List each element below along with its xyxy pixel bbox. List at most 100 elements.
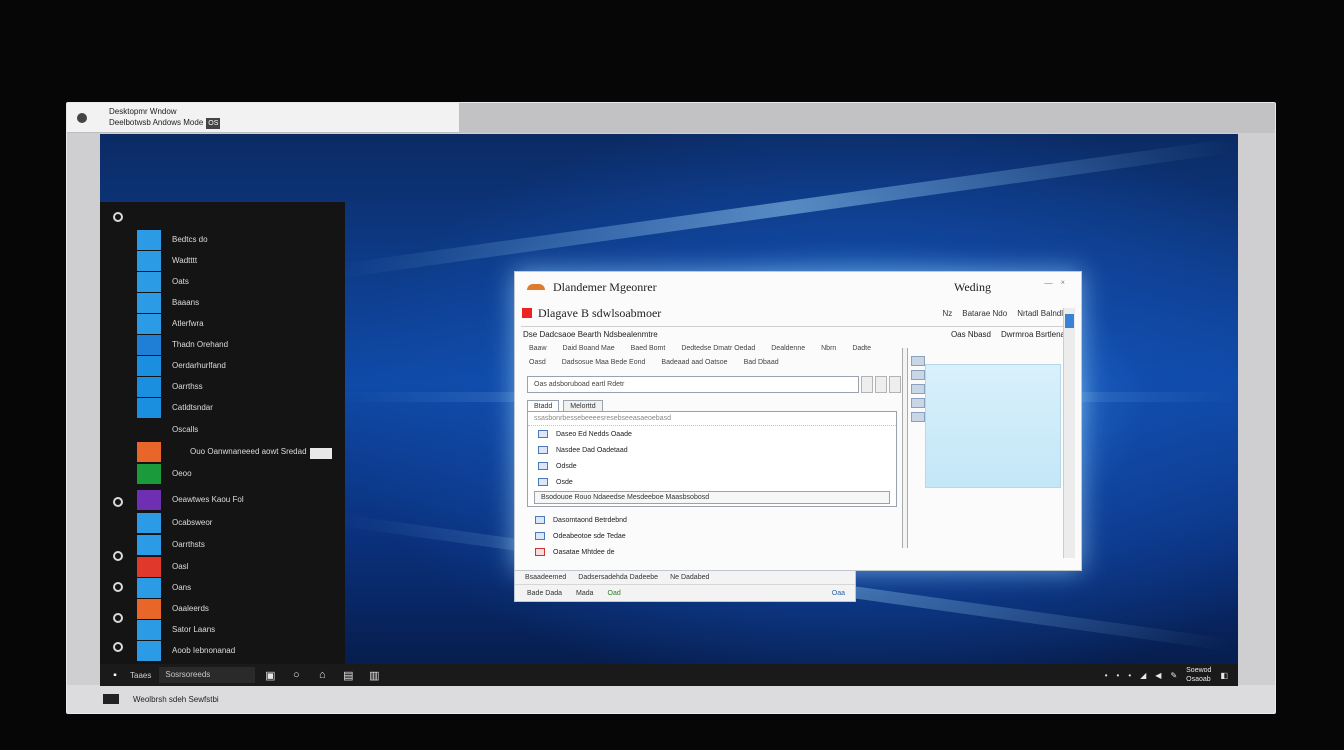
list-footer[interactable]: Bsodouoe Rouo Ndaeedse Mesdeeboe Maasbso… xyxy=(534,491,890,504)
app-tile-icon[interactable] xyxy=(137,230,161,250)
start-menu-item[interactable]: Oaaleerds xyxy=(172,604,209,613)
status-item[interactable]: Bade Dada xyxy=(527,590,562,597)
menu-item[interactable]: Baed Bomt xyxy=(631,345,666,352)
side-icon[interactable] xyxy=(911,412,925,422)
start-menu-item[interactable]: Oarrthsts xyxy=(172,540,205,549)
status-item[interactable]: Mada xyxy=(576,590,594,597)
app-tile-icon[interactable] xyxy=(137,398,161,418)
app-tile-icon[interactable] xyxy=(137,620,161,640)
app-tile-icon[interactable] xyxy=(137,599,161,619)
menu-item[interactable]: Baaw xyxy=(529,345,547,352)
taskbar-label[interactable]: Taaes xyxy=(130,671,151,680)
dropdown-button[interactable] xyxy=(875,376,887,393)
side-icon[interactable] xyxy=(911,370,925,380)
toolbar-item[interactable]: Batarae Ndo xyxy=(962,309,1007,318)
start-menu-item[interactable]: Oeawtwes Kaou Fol xyxy=(172,495,244,504)
list-item[interactable]: Osde xyxy=(528,474,896,490)
app-tile-icon[interactable] xyxy=(137,251,161,271)
start-menu-item[interactable]: Oeoo xyxy=(172,469,192,478)
tab-bar-item[interactable]: Dwrmroa Bsrtlena xyxy=(1001,330,1065,339)
list-item[interactable]: Daseo Ed Nedds Oaade xyxy=(528,426,896,442)
window-title-bar[interactable]: Dlandemer Mgeonrer Weding —× xyxy=(515,272,1081,302)
app-tile-icon[interactable] xyxy=(137,356,161,376)
start-menu-item[interactable]: Catldtsndar xyxy=(172,403,213,412)
menu-item[interactable]: Oasd xyxy=(529,359,546,366)
side-icon[interactable] xyxy=(911,398,925,408)
menu-item[interactable]: Dadsosue Maa Bede Eond xyxy=(562,359,646,366)
start-menu-item[interactable]: Sator Laans xyxy=(172,625,215,634)
list-item[interactable]: Odsde xyxy=(528,458,896,474)
tray-dot-icon[interactable]: • xyxy=(1117,671,1120,680)
start-menu-item[interactable]: Oscalls xyxy=(172,425,198,434)
list-item[interactable]: Dasomtaond Betrdebnd xyxy=(527,512,897,528)
start-menu-item[interactable]: Oasl xyxy=(172,562,188,571)
tab-bar-item[interactable]: Oas Nbasd xyxy=(951,330,991,339)
menu-item[interactable]: Dedtedse Dmatr Oedad xyxy=(681,345,755,352)
app-tile-icon[interactable] xyxy=(137,535,161,555)
start-menu-item[interactable]: Oats xyxy=(172,277,189,286)
power-icon[interactable] xyxy=(113,613,123,623)
tab-bar-left[interactable]: Dse Dadcsaoe Bearth Ndsbealenmtre xyxy=(523,330,658,339)
app-tile-icon[interactable] xyxy=(137,641,161,661)
network-tray-icon[interactable]: ◢ xyxy=(1140,671,1146,680)
explorer-icon[interactable]: ▤ xyxy=(337,664,359,686)
notifications-icon[interactable]: ◧ xyxy=(1220,671,1228,680)
menu-item[interactable]: Badeaad aad Oatsoe xyxy=(661,359,727,366)
start-menu-item[interactable]: Wadtttt xyxy=(172,256,197,265)
task-view-icon[interactable]: ▣ xyxy=(259,664,281,686)
app-tile-icon[interactable] xyxy=(137,420,161,440)
network-icon[interactable] xyxy=(113,642,123,652)
scroll-thumb[interactable] xyxy=(1065,314,1074,328)
menu-item[interactable]: Dealdenne xyxy=(771,345,805,352)
menu-item[interactable]: Daid Boand Mae xyxy=(563,345,615,352)
start-menu-item[interactable]: Oans xyxy=(172,583,191,592)
side-icon[interactable] xyxy=(911,384,925,394)
app-tile-icon[interactable] xyxy=(137,335,161,355)
start-menu-item[interactable]: Ocabsweor xyxy=(172,518,212,527)
app-tile-icon[interactable] xyxy=(137,314,161,334)
start-menu-item[interactable]: Oerdarhurlfand xyxy=(172,361,226,370)
app-icon[interactable]: ▥ xyxy=(363,664,385,686)
app-tile-icon[interactable] xyxy=(137,442,161,462)
tray-dot-icon[interactable]: • xyxy=(1128,671,1131,680)
list-item[interactable]: Oasatae Mhtdee de xyxy=(527,544,897,560)
path-input[interactable]: Oas adsboruboad eartl Rdetr xyxy=(527,376,859,393)
tray-dot-icon[interactable]: • xyxy=(1105,671,1108,680)
start-menu-item[interactable]: Aoob Iebnonanad xyxy=(172,646,235,655)
cortana-icon[interactable]: ○ xyxy=(285,664,307,686)
settings-icon[interactable] xyxy=(113,582,123,592)
refresh-button[interactable] xyxy=(889,376,901,393)
app-tile-icon[interactable] xyxy=(137,513,161,533)
user-icon[interactable] xyxy=(113,212,123,222)
menu-item[interactable]: Dadte xyxy=(852,345,871,352)
clock[interactable]: Soewod Osaoab xyxy=(1186,666,1211,684)
store-icon[interactable]: ⌂ xyxy=(311,664,333,686)
app-tile-icon[interactable] xyxy=(137,272,161,292)
taskbar-search[interactable]: Sosrsoreeds xyxy=(159,667,256,683)
start-menu-item[interactable]: Oarrthss xyxy=(172,382,203,391)
app-tile-icon[interactable] xyxy=(137,377,161,397)
menu-item[interactable]: Bad Dbaad xyxy=(744,359,779,366)
start-menu-item[interactable]: Atlerfwra xyxy=(172,319,204,328)
pictures-icon[interactable] xyxy=(113,551,123,561)
app-tile-icon[interactable] xyxy=(137,490,161,510)
start-menu-item[interactable]: Baaans xyxy=(172,298,199,307)
app-tile-icon[interactable] xyxy=(137,464,161,484)
list-item[interactable]: Odeabeotoe sde Tedae xyxy=(527,528,897,544)
side-icon[interactable] xyxy=(911,356,925,366)
record-button[interactable] xyxy=(861,376,873,393)
toolbar-item[interactable]: Nz xyxy=(942,309,952,318)
status-item[interactable]: Oaa xyxy=(832,590,845,597)
keyboard-icon[interactable]: ✎ xyxy=(1170,671,1177,680)
vertical-scrollbar[interactable] xyxy=(1063,308,1075,558)
app-tile-icon[interactable] xyxy=(137,293,161,313)
splitter[interactable] xyxy=(902,348,908,548)
start-menu-item[interactable]: Bedtcs do xyxy=(172,235,208,244)
start-menu-item[interactable]: Thadn Orehand xyxy=(172,340,228,349)
status-item[interactable]: Oad xyxy=(608,590,621,597)
app-tile-icon[interactable] xyxy=(137,578,161,598)
toolbar-item[interactable]: Nrtadl Balndl xyxy=(1017,309,1063,318)
documents-icon[interactable] xyxy=(113,497,123,507)
start-menu-wide-item[interactable]: Ouo Oanwnaneeed aowt Sredad xyxy=(190,447,307,456)
volume-icon[interactable]: ◀ xyxy=(1155,671,1161,680)
